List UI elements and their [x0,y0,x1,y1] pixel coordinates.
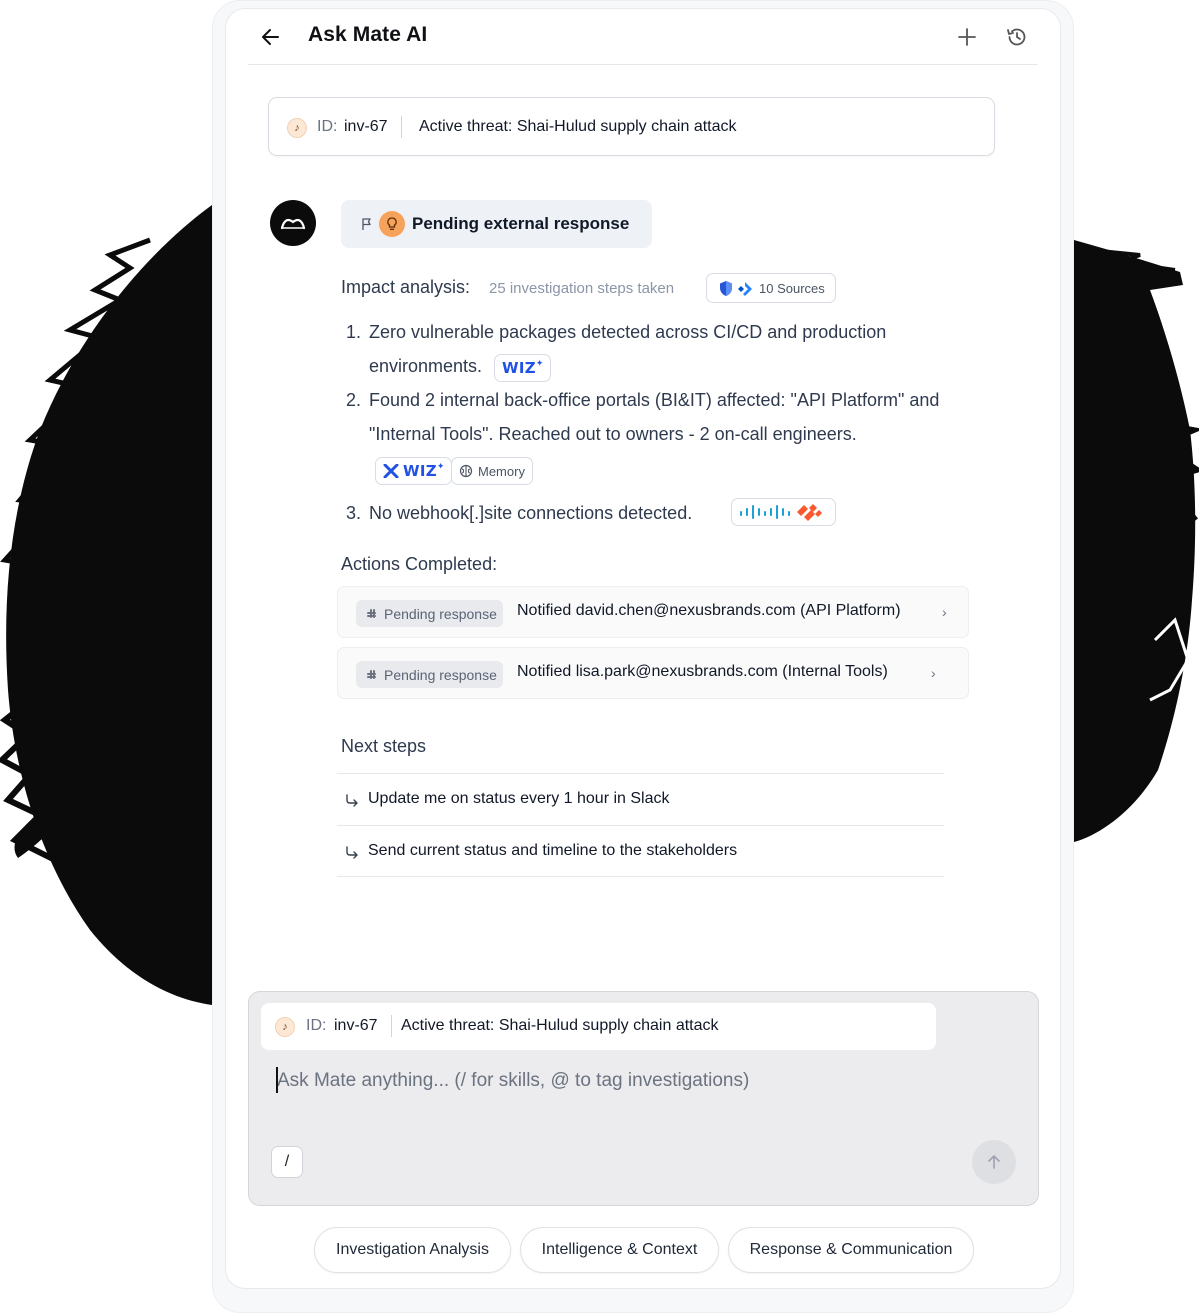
flag-icon [362,218,371,230]
mate-logo-icon [280,218,306,230]
paloalto-logo-icon [797,504,822,521]
id-value: inv-67 [344,118,388,135]
divider [391,1015,392,1037]
finding-number: 3. [346,503,362,523]
memory-source-chip[interactable]: Memory [451,457,533,485]
mate-avatar [270,200,316,246]
network-sources-chip[interactable] [731,498,836,526]
chat-header: Ask Mate AI [248,9,1038,65]
skills-slash-button[interactable]: / [271,1146,303,1178]
message-composer: ♪ ID: inv-67 Active threat: Shai-Hulud s… [248,991,1039,1206]
action-text: Notified david.chen@nexusbrands.com (API… [517,602,901,619]
id-label: ID: [306,1017,327,1034]
page-title: Ask Mate AI [308,23,428,46]
slack-icon [367,670,376,679]
impact-label: Impact analysis: [341,277,471,297]
back-arrow-icon[interactable] [258,24,284,50]
corner-arrow-icon [346,794,358,807]
action-text: Notified lisa.park@nexusbrands.com (Inte… [517,663,888,680]
shield-icon [720,281,732,296]
wiz-source-chip[interactable]: WIZ ✦ [375,457,453,485]
status-pill: Pending external response [341,200,652,248]
corner-arrow-icon [346,846,358,859]
investigation-avatar-icon: ♪ [287,118,307,138]
text-caret [276,1067,278,1093]
id-value: inv-67 [334,1017,378,1034]
action-row[interactable]: Pending response Notified lisa.park@nexu… [337,647,969,699]
investigation-avatar-icon: ♪ [275,1017,295,1037]
jira-icon [738,282,752,296]
next-step-item[interactable]: Send current status and timeline to the … [337,825,944,877]
investigation-context-bar[interactable]: ♪ ID: inv-67 Active threat: Shai-Hulud s… [268,97,995,156]
actions-completed-label: Actions Completed: [341,554,498,574]
finding-number: 1. [346,322,362,342]
finding-text: Zero vulnerable packages detected across… [369,322,887,376]
badge-label: Pending response [384,606,497,622]
wiz-logo-icon: WIZ [403,462,437,480]
badge-label: Pending response [384,667,497,683]
sources-chip[interactable]: 10 Sources [706,273,836,303]
stage: Ask Mate AI ♪ ID: inv-67 Active threat: … [0,0,1199,1313]
slack-icon [367,609,376,618]
wiz-x-icon [383,464,399,478]
investigation-title: Active threat: Shai-Hulud supply chain a… [401,1017,719,1034]
cisco-logo-icon [740,505,790,519]
memory-label: Memory [478,463,525,479]
send-button[interactable] [972,1140,1016,1184]
status-label: Pending external response [412,214,630,233]
next-step-item[interactable]: Update me on status every 1 hour in Slac… [337,773,944,825]
chat-panel: Ask Mate AI ♪ ID: inv-67 Active threat: … [225,8,1061,1289]
history-icon[interactable] [1004,24,1030,50]
arrow-up-icon [988,1155,1000,1169]
next-step-text: Update me on status every 1 hour in Slac… [368,790,670,807]
suggestion-response-communication[interactable]: Response & Communication [728,1227,974,1273]
chevron-right-icon: › [931,665,936,681]
pending-response-badge: Pending response [356,661,503,688]
impact-analysis-header: Impact analysis: 25 investigation steps … [341,273,861,303]
message-input[interactable] [277,1066,977,1096]
list-item: 2. Found 2 internal back-office portals … [346,383,986,453]
sparkle-icon: ✦ [535,357,544,368]
finding-text: Found 2 internal back-office portals (BI… [369,390,940,444]
chevron-right-icon: › [942,604,947,620]
suggestion-investigation-analysis[interactable]: Investigation Analysis [314,1227,511,1273]
finding-number: 2. [346,390,362,410]
sources-count: 10 Sources [759,281,825,296]
action-row[interactable]: Pending response Notified david.chen@nex… [337,586,969,638]
wiz-source-chip[interactable]: WIZ ✦ [494,354,552,382]
next-steps-label: Next steps [341,736,427,756]
brain-icon [459,464,473,478]
composer-context-chip[interactable]: ♪ ID: inv-67 Active threat: Shai-Hulud s… [261,1003,936,1050]
sparkle-icon: ✦ [436,460,445,471]
lightbulb-icon [379,211,405,237]
wiz-logo-icon: WIZ [502,359,536,377]
investigation-steps-count: 25 investigation steps taken [489,280,675,297]
suggestion-intelligence-context[interactable]: Intelligence & Context [520,1227,719,1273]
list-item: 1. Zero vulnerable packages detected acr… [346,315,986,385]
id-label: ID: [317,118,338,135]
next-step-text: Send current status and timeline to the … [368,842,738,859]
new-chat-plus-icon[interactable] [954,24,980,50]
finding-text: No webhook[.]site connections detected. [369,503,693,523]
list-item: 3. No webhook[.]site connections detecte… [346,496,746,530]
divider [401,116,402,138]
investigation-title: Active threat: Shai-Hulud supply chain a… [419,118,737,135]
pending-response-badge: Pending response [356,600,503,627]
